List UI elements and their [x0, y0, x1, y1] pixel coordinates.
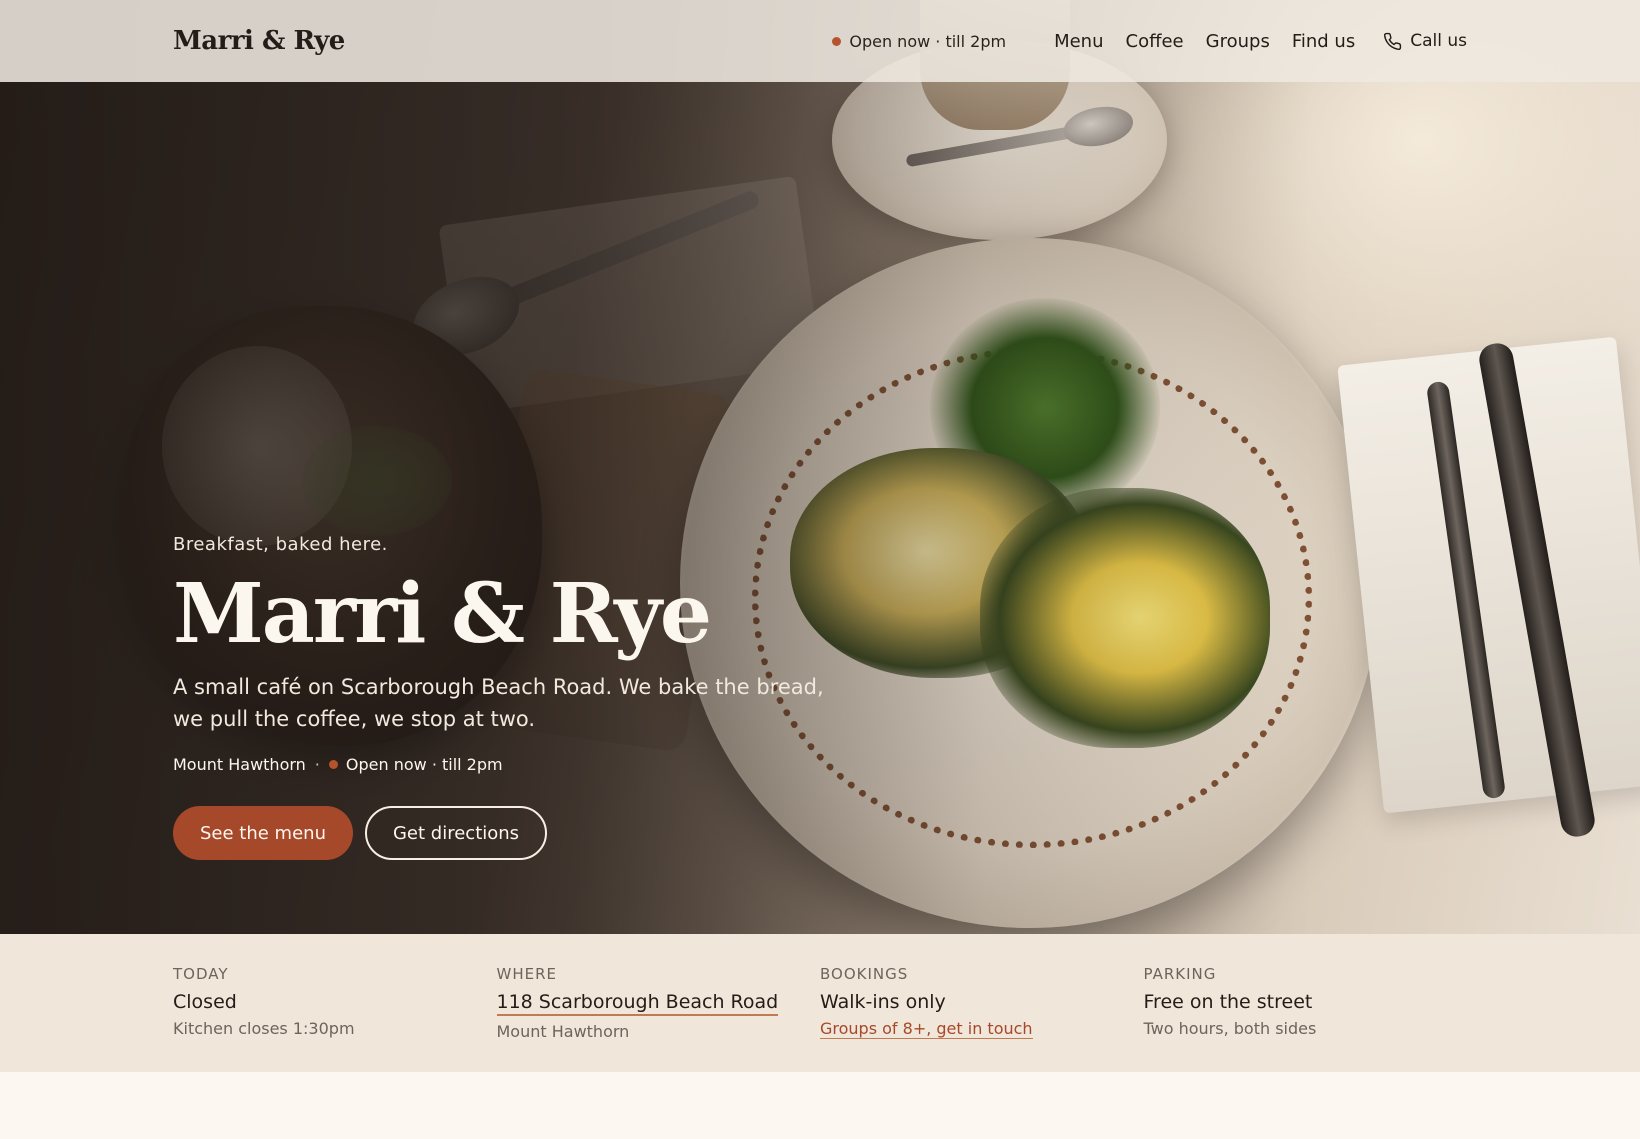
cta-row: See the menu Get directions	[173, 806, 853, 860]
hero-content: Breakfast, baked here. Marri & Rye A sma…	[173, 534, 853, 860]
main-nav: Open now · till 2pm Menu Coffee Groups F…	[832, 31, 1467, 52]
info-sub: Mount Hawthorn	[496, 1022, 630, 1041]
info-parking: PARKING Free on the street Two hours, bo…	[1144, 965, 1468, 1072]
address-link[interactable]: 118 Scarborough Beach Road	[496, 991, 779, 1016]
nav-find-us[interactable]: Find us	[1292, 31, 1355, 52]
info-value: Walk-ins only	[820, 991, 946, 1013]
info-label: BOOKINGS	[820, 965, 909, 983]
info-where: WHERE 118 Scarborough Beach Road Mount H…	[496, 965, 821, 1072]
hero-description: A small café on Scarborough Beach Road. …	[173, 675, 824, 731]
header-status: Open now · till 2pm	[832, 32, 1006, 51]
info-sub: Kitchen closes 1:30pm	[173, 1019, 355, 1038]
status-dot-icon	[328, 760, 338, 769]
call-us-link[interactable]: Call us	[1383, 31, 1467, 51]
call-us-label: Call us	[1410, 31, 1467, 51]
hero-meta: Mount Hawthorn · Open now · till 2pm	[173, 755, 853, 774]
site-header: Marri & Rye Open now · till 2pm Menu Cof…	[0, 0, 1640, 82]
info-label: TODAY	[173, 965, 229, 983]
hero-location: Mount Hawthorn	[173, 755, 306, 774]
nav-coffee[interactable]: Coffee	[1126, 31, 1184, 52]
hero-eyebrow: Breakfast, baked here.	[173, 534, 388, 555]
info-value: Closed	[173, 991, 237, 1013]
info-value: Free on the street	[1143, 991, 1313, 1013]
header-status-text: Open now · till 2pm	[849, 31, 1007, 51]
status-dot-icon	[832, 36, 842, 46]
hero-status: Open now · till 2pm	[345, 755, 503, 774]
info-bookings: BOOKINGS Walk-ins only Groups of 8+, get…	[820, 965, 1144, 1072]
info-strip: TODAY Closed Kitchen closes 1:30pm WHERE…	[0, 934, 1640, 1072]
get-directions-button[interactable]: Get directions	[364, 806, 548, 860]
info-sub: Two hours, both sides	[1143, 1019, 1317, 1038]
info-today: TODAY Closed Kitchen closes 1:30pm	[173, 965, 497, 1072]
see-menu-button[interactable]: See the menu	[173, 806, 353, 860]
nav-groups[interactable]: Groups	[1206, 31, 1270, 52]
info-label: PARKING	[1143, 965, 1217, 983]
phone-icon	[1384, 32, 1402, 50]
info-label: WHERE	[496, 965, 557, 983]
hero-title: Marri & Rye	[173, 566, 712, 662]
logo[interactable]: Marri & Rye	[173, 26, 345, 56]
groups-contact-link[interactable]: Groups of 8+, get in touch	[820, 1019, 1033, 1039]
page-background	[0, 1072, 1640, 1139]
meta-separator: ·	[314, 755, 320, 774]
nav-menu[interactable]: Menu	[1054, 31, 1103, 52]
